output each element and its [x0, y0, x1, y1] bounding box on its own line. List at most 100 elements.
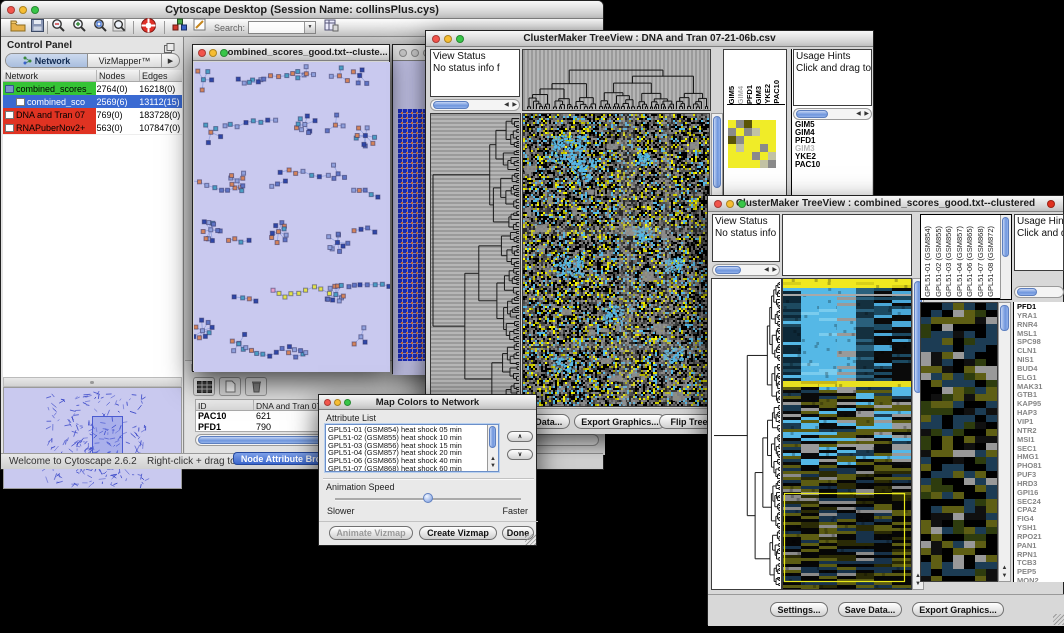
help-lifering-icon[interactable]: [140, 17, 157, 39]
column-label[interactable]: GPL51-07 (GSM868): [976, 226, 985, 297]
attr-col-id[interactable]: ID: [196, 400, 254, 410]
correlation-cell[interactable]: [768, 144, 776, 152]
export-graphics-button[interactable]: Export Graphics...: [912, 602, 1004, 617]
close-icon[interactable]: [198, 49, 206, 57]
correlation-cell[interactable]: [744, 136, 752, 144]
close-icon[interactable]: [399, 49, 407, 57]
tv2-usage-scrollbar[interactable]: [1014, 286, 1064, 298]
move-up-button[interactable]: ∧: [507, 431, 533, 442]
export-graphics-button[interactable]: Export Graphics...: [574, 414, 666, 429]
correlation-cell[interactable]: [752, 136, 760, 144]
correlation-cell[interactable]: [760, 136, 768, 144]
correlation-cell[interactable]: [728, 144, 736, 152]
correlation-cell[interactable]: [728, 136, 736, 144]
new-attribute-icon[interactable]: [219, 377, 241, 396]
open-folder-icon[interactable]: [10, 19, 26, 37]
minimize-icon[interactable]: [726, 200, 734, 208]
attribute-browser-icon[interactable]: [324, 18, 339, 37]
resize-grip-icon[interactable]: [525, 534, 536, 545]
zoom-out-icon[interactable]: [51, 18, 66, 38]
window-controls[interactable]: [198, 49, 228, 57]
correlation-cell[interactable]: [728, 128, 736, 136]
minimize-icon[interactable]: [19, 6, 27, 14]
col-nodes[interactable]: Nodes: [97, 70, 140, 81]
correlation-cell[interactable]: [752, 160, 760, 168]
column-label[interactable]: GIM4: [736, 86, 743, 104]
slider-thumb[interactable]: [423, 493, 433, 503]
correlation-cell[interactable]: [760, 152, 768, 160]
network-overview-panel[interactable]: [3, 387, 182, 489]
column-label[interactable]: GPL51-08 (GSM872): [986, 226, 995, 297]
correlation-cell[interactable]: [760, 144, 768, 152]
tv1-usage-scrollbar[interactable]: ◀ ▶: [793, 108, 872, 120]
delete-attribute-icon[interactable]: [245, 377, 267, 396]
correlation-cell[interactable]: [752, 120, 760, 128]
settings-button[interactable]: Settings...: [770, 602, 828, 617]
correlation-cell[interactable]: [736, 144, 744, 152]
main-titlebar[interactable]: Cytoscape Desktop (Session Name: collins…: [1, 1, 603, 19]
close-icon[interactable]: [7, 6, 15, 14]
treeview2-titlebar[interactable]: ClusterMaker TreeView : combined_scores_…: [708, 196, 1063, 212]
tv1-row-labels[interactable]: GIM5GIM4PFD1GIM3YKE2PAC10: [795, 121, 820, 169]
tv2-column-labels[interactable]: GPL51-01 (GSM854)GPL51-02 (GSM855)GPL51-…: [923, 217, 999, 297]
tv1-left-dendrogram[interactable]: [430, 113, 521, 407]
minimize-icon[interactable]: [209, 49, 217, 57]
zoom-in-icon[interactable]: [72, 18, 87, 38]
tv2-status-scrollbar[interactable]: ◀ ▶: [712, 264, 780, 276]
correlation-cell[interactable]: [744, 120, 752, 128]
tab-network[interactable]: Network: [6, 54, 88, 67]
correlation-cell[interactable]: [768, 120, 776, 128]
correlation-cell[interactable]: [736, 136, 744, 144]
correlation-cell[interactable]: [728, 160, 736, 168]
tv2-gene-list[interactable]: PFD1YRA1RNR4MSL1SPC98CLN1NIS1BUD4ELG1MAK…: [1017, 303, 1042, 582]
column-label[interactable]: GPL51-02 (GSM855): [934, 226, 943, 297]
correlation-cell[interactable]: [752, 128, 760, 136]
window-controls[interactable]: [7, 6, 39, 14]
row-label[interactable]: PAC10: [795, 161, 820, 169]
column-label[interactable]: PFD1: [745, 85, 752, 104]
network-tree-row[interactable]: combined_scores_2764(0)16218(0): [3, 82, 182, 95]
tv1-status-scrollbar[interactable]: ◀ ▶: [430, 99, 520, 111]
attribute-item[interactable]: GPL51-07 (GSM868) heat shock 60 min: [326, 465, 486, 472]
col-edges[interactable]: Edges: [140, 70, 182, 81]
save-data-button[interactable]: Save Data...: [838, 602, 902, 617]
correlation-cell[interactable]: [736, 152, 744, 160]
minimize-icon[interactable]: [334, 399, 341, 406]
correlation-cell[interactable]: [736, 160, 744, 168]
column-label[interactable]: GPL51-03 (GSM856): [944, 226, 953, 297]
zoom-selected-icon[interactable]: [93, 18, 108, 38]
correlation-cell[interactable]: [760, 160, 768, 168]
correlation-cell[interactable]: [760, 120, 768, 128]
resize-grip-icon[interactable]: [1053, 614, 1064, 625]
search-input[interactable]: ▼: [248, 21, 316, 34]
tv1-correlation-heatmap[interactable]: [728, 120, 776, 168]
correlation-cell[interactable]: [744, 152, 752, 160]
correlation-cell[interactable]: [752, 152, 760, 160]
tv2-heatmap[interactable]: [782, 278, 912, 590]
column-label[interactable]: GIM3: [754, 86, 761, 104]
tab-vizmapper[interactable]: VizMapper™: [88, 54, 161, 67]
column-label[interactable]: YKE2: [763, 84, 770, 104]
correlation-cell[interactable]: [728, 152, 736, 160]
network-canvas[interactable]: [194, 62, 390, 372]
treeview1-titl ebar[interactable]: ClusterMaker TreeView : DNA and Tran 07-…: [426, 31, 873, 47]
close-icon[interactable]: [432, 35, 440, 43]
minimize-icon[interactable]: [444, 35, 452, 43]
attribute-list[interactable]: GPL51-01 (GSM854) heat shock 05 minGPL51…: [325, 424, 499, 472]
network-view-titlebar[interactable]: combined_scores_good.txt--cluste...: [193, 45, 389, 61]
tv1-top-dendrogram[interactable]: [522, 49, 711, 111]
vizmapper-icon[interactable]: [172, 18, 187, 37]
zoom-window-icon[interactable]: [31, 6, 39, 14]
correlation-cell[interactable]: [752, 144, 760, 152]
save-icon[interactable]: [31, 19, 44, 37]
tv1-heatmap[interactable]: [522, 113, 710, 407]
window-controls[interactable]: [714, 200, 746, 208]
tv2-secondary-heatmap[interactable]: [920, 302, 998, 582]
network-tree-row[interactable]: combined_sco2569(6)13112(15): [3, 95, 182, 108]
tv2-secondary-vscrollbar[interactable]: ▲▼: [998, 302, 1011, 582]
correlation-cell[interactable]: [744, 160, 752, 168]
gene-label[interactable]: MON2: [1017, 577, 1042, 582]
zoom-fit-icon[interactable]: [112, 18, 127, 38]
correlation-cell[interactable]: [760, 128, 768, 136]
close-icon[interactable]: [714, 200, 722, 208]
